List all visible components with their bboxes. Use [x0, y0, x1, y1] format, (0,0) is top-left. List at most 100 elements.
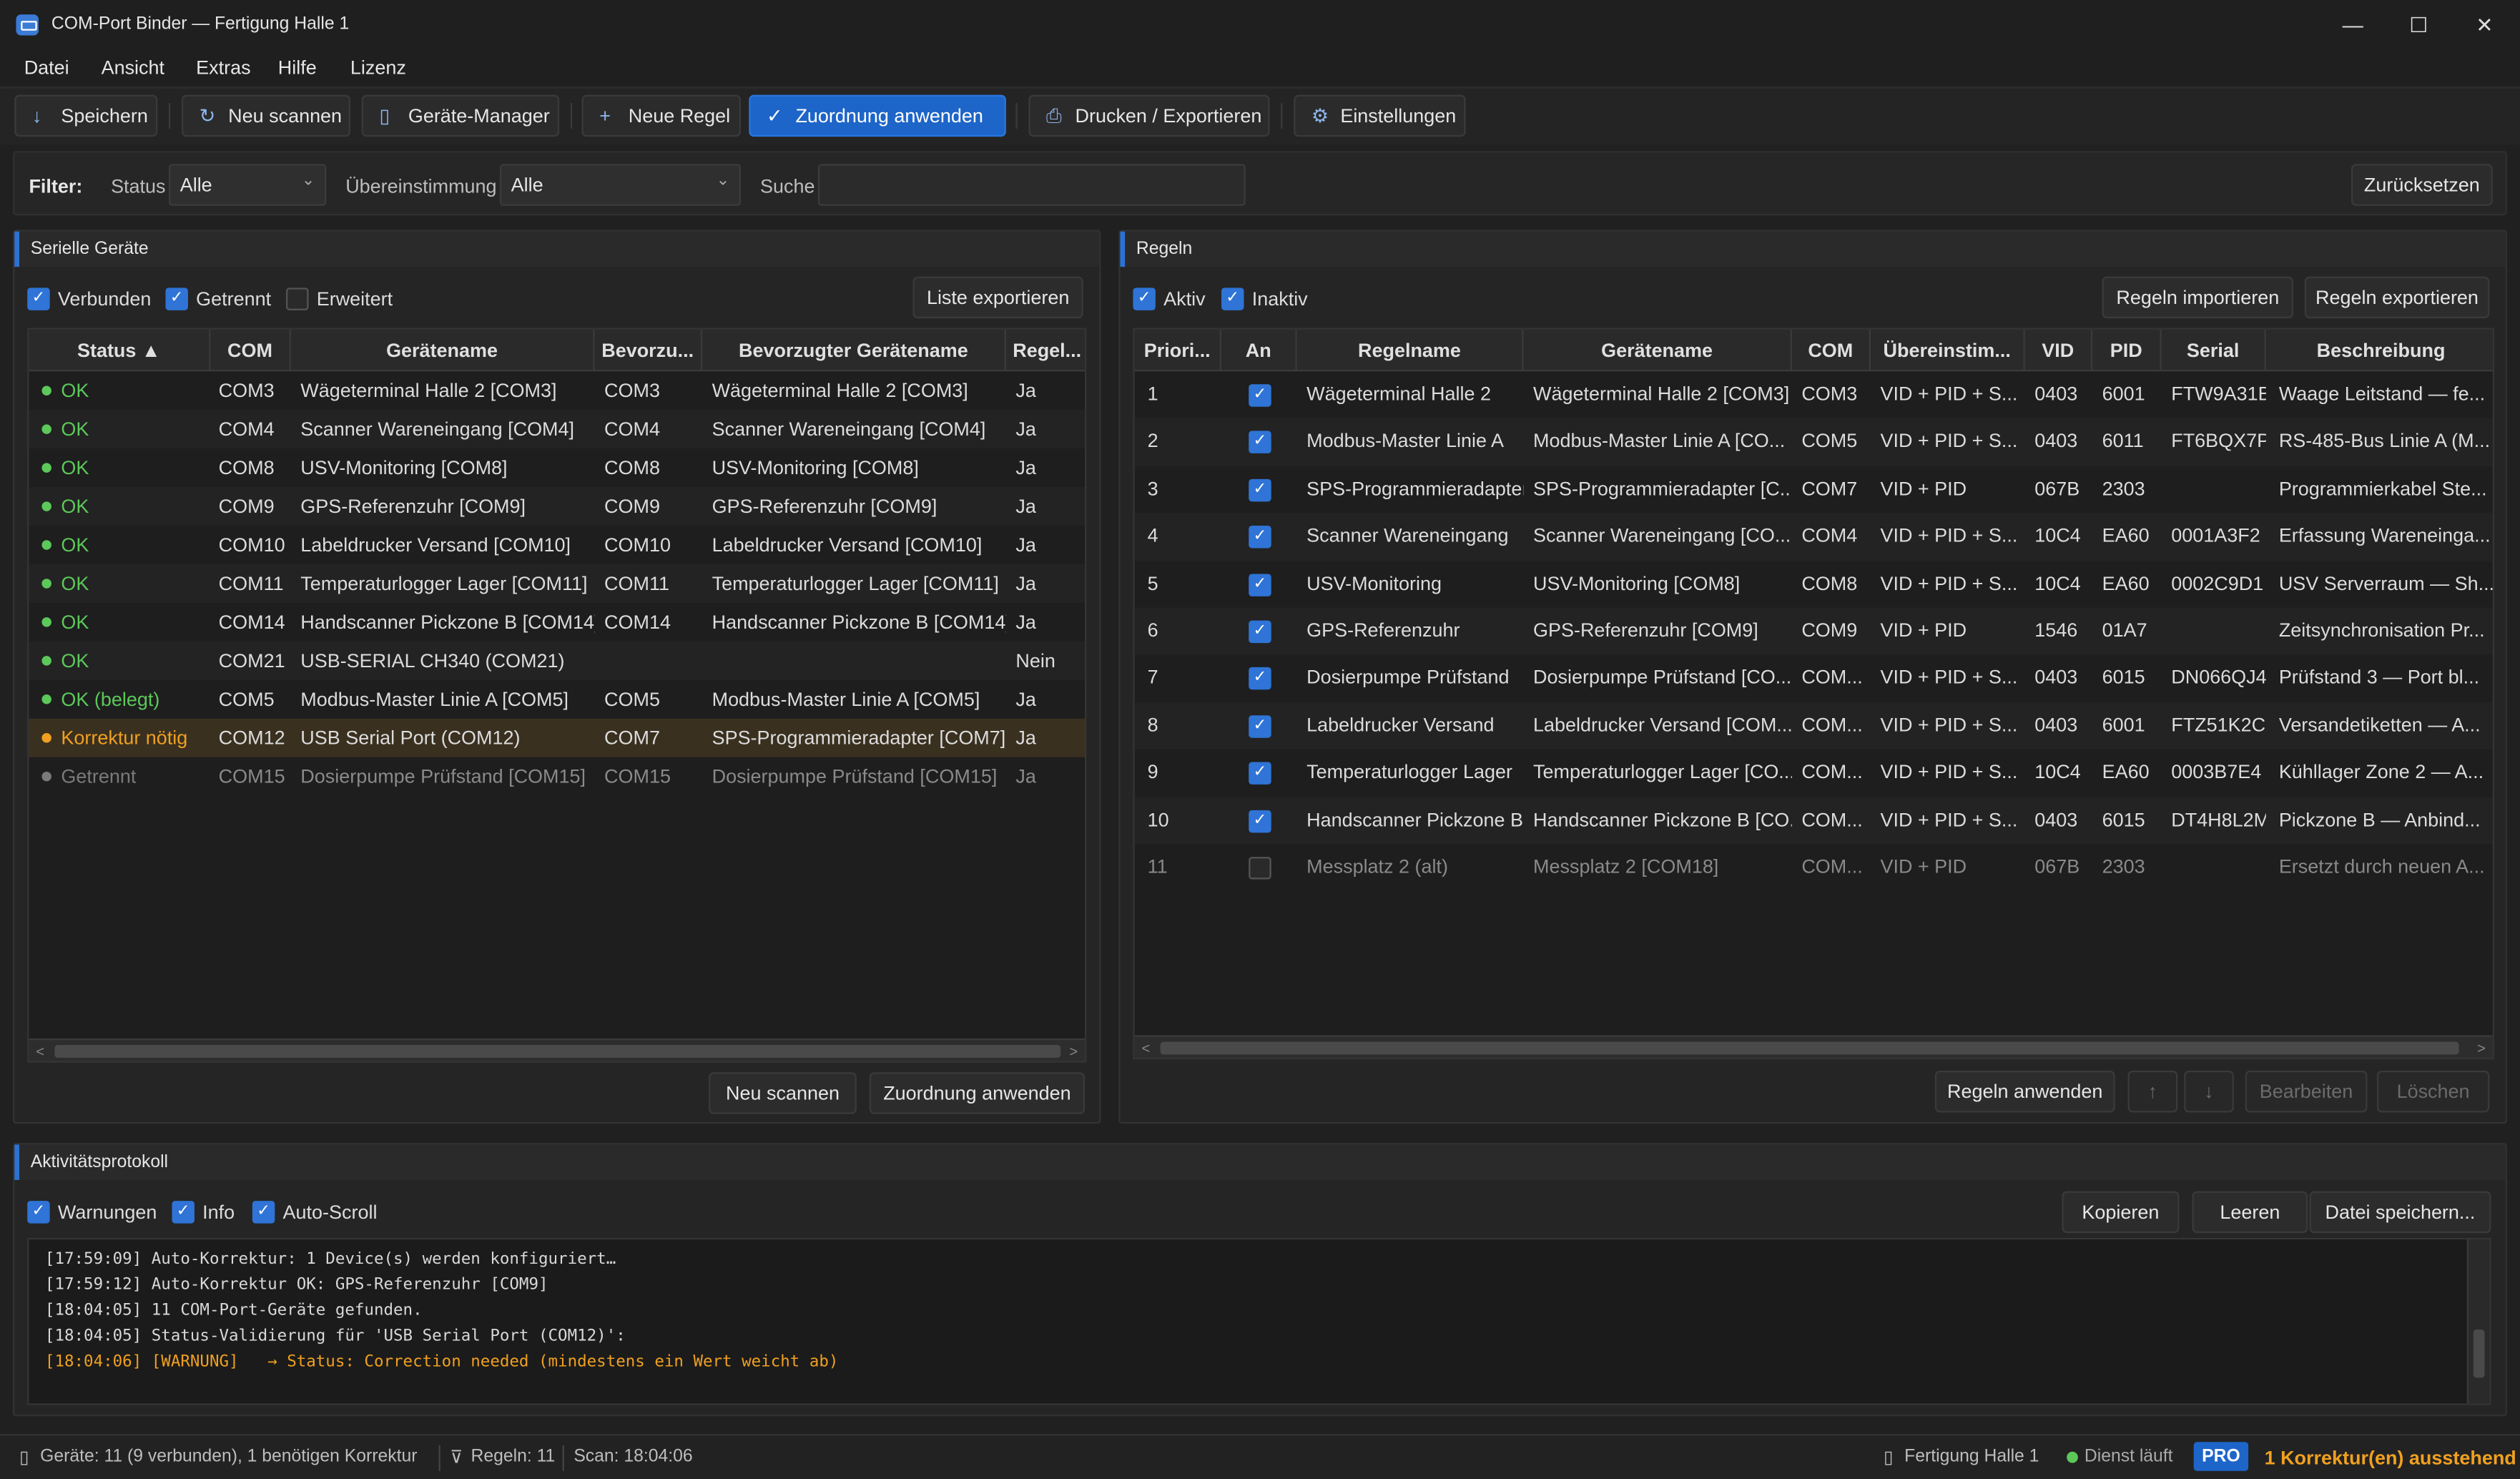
rule-enabled-checkbox[interactable]: ✓: [1249, 384, 1271, 407]
device-row[interactable]: OK COM11 Temperaturlogger Lager [COM11] COM…: [29, 564, 1085, 603]
log-info-checkbox[interactable]: ✓ Info: [172, 1199, 235, 1225]
rule-enabled-checkbox[interactable]: ✓: [1249, 573, 1271, 596]
rule-row[interactable]: 4 ✓ Scanner Wareneingang Scanner Wareneinga…: [1134, 513, 2493, 561]
print-export-button[interactable]: ⎙ Drucken / Exportieren: [1028, 94, 1270, 137]
export-list-button[interactable]: Liste exportieren: [912, 276, 1083, 319]
column-header-vid[interactable]: VID: [2025, 329, 2093, 372]
menu-lizenz[interactable]: Lizenz: [350, 56, 406, 79]
column-header-match[interactable]: Übereinstim...: [1871, 329, 2025, 372]
device-row[interactable]: Getrennt COM15 Dosierpumpe Prüfstand [COM1…: [29, 757, 1085, 796]
rule-row[interactable]: 2 ✓ Modbus-Master Linie A Modbus-Master Lin…: [1134, 418, 2493, 466]
devices-apply-button[interactable]: Zuordnung anwenden: [869, 1072, 1085, 1114]
rule-enabled-checkbox[interactable]: ✓: [1249, 620, 1271, 644]
search-input[interactable]: [817, 164, 1246, 206]
menu-extras[interactable]: Extras: [196, 56, 250, 79]
device-row[interactable]: OK COM21 USB-SERIAL CH340 (COM21) Nein: [29, 641, 1085, 680]
rescan-button[interactable]: ↻ Neu scannen: [181, 94, 350, 137]
device-row[interactable]: OK COM8 USV-Monitoring [COM8] COM8 USV-Monit…: [29, 448, 1085, 487]
scrollbar-thumb[interactable]: [54, 1045, 1061, 1058]
minimize-button[interactable]: —: [2320, 6, 2385, 45]
move-down-button[interactable]: ↓: [2184, 1071, 2234, 1113]
column-header-com[interactable]: COM: [1792, 329, 1871, 372]
rules-horizontal-scrollbar[interactable]: < >: [1134, 1035, 2493, 1058]
device-row[interactable]: OK COM9 GPS-Referenzuhr [COM9] COM9 GPS-Refe…: [29, 487, 1085, 526]
rule-enabled-checkbox[interactable]: ✓: [1249, 478, 1271, 501]
log-vertical-scrollbar[interactable]: [2466, 1239, 2490, 1404]
device-row[interactable]: OK COM10 Labeldrucker Versand [COM10] COM10…: [29, 526, 1085, 564]
activity-log-output[interactable]: [17:59:09] Auto-Korrektur: 1 Device(s) w…: [27, 1237, 2491, 1405]
column-header-priority[interactable]: Priori...: [1135, 329, 1222, 372]
edit-rule-button[interactable]: Bearbeiten: [2245, 1071, 2368, 1113]
devices-rescan-button[interactable]: Neu scannen: [709, 1072, 857, 1114]
save-button[interactable]: ↓ Speichern: [14, 94, 158, 137]
scroll-left-icon[interactable]: <: [29, 1040, 51, 1061]
maximize-button[interactable]: ☐: [2386, 6, 2451, 45]
menu-datei[interactable]: Datei: [24, 56, 69, 79]
filter-disconnected-checkbox[interactable]: ✓ Getrennt: [165, 286, 271, 312]
column-header-description[interactable]: Beschreibung: [2266, 330, 2493, 371]
rule-row[interactable]: 7 ✓ Dosierpumpe Prüfstand Dosierpumpe Prüfs…: [1135, 655, 2493, 702]
column-header-rule[interactable]: Regel...: [1006, 330, 1085, 371]
rule-enabled-checkbox[interactable]: ✓: [1249, 857, 1271, 880]
column-header-serial[interactable]: Serial: [2162, 329, 2266, 372]
rule-row[interactable]: 6 ✓ GPS-Referenzuhr GPS-Referenzuhr [COM9] C…: [1134, 607, 2493, 655]
column-header-status[interactable]: Status ▲: [29, 329, 211, 372]
copy-log-button[interactable]: Kopieren: [2062, 1191, 2180, 1234]
column-header-preferred-name[interactable]: Bevorzugter Gerätename: [702, 329, 1006, 372]
log-autoscroll-checkbox[interactable]: ✓ Auto-Scroll: [252, 1199, 377, 1225]
scroll-right-icon[interactable]: >: [2470, 1037, 2492, 1058]
device-manager-button[interactable]: ▯ Geräte-Manager: [361, 94, 560, 137]
filter-active-checkbox[interactable]: ✓ Aktiv: [1133, 286, 1206, 312]
rule-enabled-checkbox[interactable]: ✓: [1249, 714, 1271, 738]
reset-filter-button[interactable]: Zurücksetzen: [2351, 164, 2493, 206]
close-button[interactable]: ✕: [2453, 6, 2517, 45]
rule-enabled-checkbox[interactable]: ✓: [1249, 809, 1271, 832]
column-header-preferred-com[interactable]: Bevorzu...: [595, 329, 703, 372]
rule-row[interactable]: 11 ✓ Messplatz 2 (alt) Messplatz 2 [COM18] C…: [1135, 844, 2493, 891]
export-rules-button[interactable]: Regeln exportieren: [2304, 276, 2490, 319]
rule-enabled-checkbox[interactable]: ✓: [1249, 762, 1271, 785]
filter-inactive-checkbox[interactable]: ✓ Inaktiv: [1221, 286, 1308, 312]
delete-rule-button[interactable]: Löschen: [2376, 1071, 2490, 1113]
settings-button[interactable]: ⚙ Einstellungen: [1294, 94, 1466, 137]
apply-rules-button[interactable]: Regeln anwenden: [1934, 1071, 2115, 1113]
scroll-right-icon[interactable]: >: [1063, 1040, 1085, 1061]
device-row[interactable]: OK COM4 Scanner Wareneingang [COM4] COM4 Sca…: [29, 410, 1085, 449]
scrollbar-thumb[interactable]: [2473, 1329, 2485, 1378]
column-header-device-name[interactable]: Gerätename: [1524, 329, 1792, 372]
rule-row[interactable]: 1 ✓ Wägeterminal Halle 2 Wägeterminal Halle…: [1135, 371, 2493, 418]
device-row[interactable]: Korrektur nötig COM12 USB Serial Port (COM…: [29, 718, 1085, 757]
rule-enabled-checkbox[interactable]: ✓: [1249, 667, 1271, 691]
import-rules-button[interactable]: Regeln importieren: [2102, 276, 2294, 319]
scroll-left-icon[interactable]: <: [1135, 1037, 1157, 1058]
filter-connected-checkbox[interactable]: ✓ Verbunden: [27, 286, 151, 312]
clear-log-button[interactable]: Leeren: [2192, 1191, 2308, 1234]
rule-enabled-checkbox[interactable]: ✓: [1249, 431, 1271, 454]
rule-row[interactable]: 10 ✓ Handscanner Pickzone B Handscanner Pic…: [1134, 796, 2493, 845]
column-header-com[interactable]: COM: [210, 329, 291, 372]
device-row[interactable]: OK (belegt) COM5 Modbus-Master Linie A [CO…: [29, 680, 1085, 719]
menu-hilfe[interactable]: Hilfe: [278, 56, 317, 79]
scrollbar-thumb[interactable]: [1160, 1041, 2459, 1055]
new-rule-button[interactable]: + Neue Regel: [581, 94, 742, 137]
apply-mapping-button[interactable]: ✓ Zuordnung anwenden: [749, 94, 1006, 137]
device-row[interactable]: OK COM14 Handscanner Pickzone B [COM14] COM…: [29, 603, 1085, 642]
rule-row[interactable]: 5 ✓ USV-Monitoring USV-Monitoring [COM8] COM…: [1135, 561, 2493, 608]
column-header-rule-name[interactable]: Regelname: [1297, 329, 1524, 372]
device-row[interactable]: OK COM3 Wägeterminal Halle 2 [COM3] COM3 Wäg…: [29, 371, 1085, 410]
column-header-device-name[interactable]: Gerätename: [291, 329, 595, 372]
log-warnings-checkbox[interactable]: ✓ Warnungen: [27, 1199, 157, 1225]
match-filter-select[interactable]: Alle ⌄: [499, 164, 742, 206]
save-log-button[interactable]: Datei speichern...: [2309, 1191, 2491, 1234]
status-filter-select[interactable]: Alle ⌄: [168, 164, 327, 206]
rule-row[interactable]: 8 ✓ Labeldrucker Versand Labeldrucker Versa…: [1134, 702, 2493, 750]
rule-enabled-checkbox[interactable]: ✓: [1249, 526, 1271, 549]
devices-horizontal-scrollbar[interactable]: < >: [29, 1038, 1085, 1061]
column-header-enabled[interactable]: An: [1221, 329, 1297, 372]
move-up-button[interactable]: ↑: [2127, 1071, 2178, 1113]
menu-ansicht[interactable]: Ansicht: [102, 56, 164, 79]
rule-row[interactable]: 9 ✓ Temperaturlogger Lager Temperaturlogger…: [1135, 750, 2493, 797]
rule-row[interactable]: 3 ✓ SPS-Programmieradapter SPS-Programmiera…: [1135, 466, 2493, 513]
filter-extended-checkbox[interactable]: ✓ Erweitert: [286, 286, 393, 312]
column-header-pid[interactable]: PID: [2092, 329, 2162, 372]
